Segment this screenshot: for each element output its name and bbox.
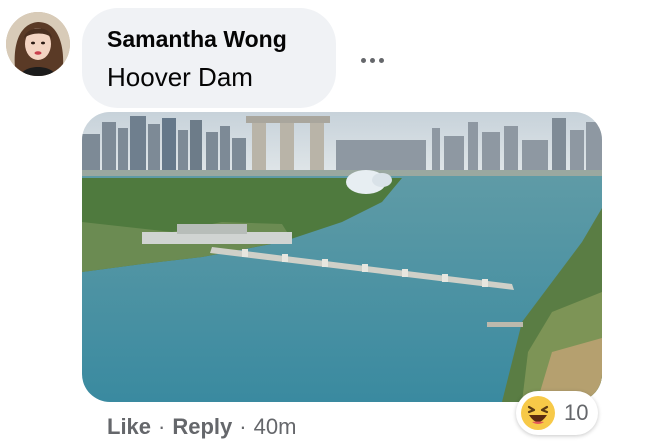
comment-text: Hoover Dam	[107, 62, 253, 92]
more-options-button[interactable]	[350, 46, 394, 74]
reaction-count: 10	[564, 400, 589, 425]
timestamp[interactable]: 40m	[254, 414, 297, 439]
more-dots-icon	[360, 57, 366, 63]
laughing-emoji-icon	[521, 396, 555, 430]
avatar-image	[6, 12, 70, 76]
comment-bubble	[82, 8, 336, 108]
attached-photo[interactable]	[82, 112, 602, 402]
like-link[interactable]: Like	[107, 414, 151, 439]
comment-actions: Like · Reply · 40m	[107, 414, 296, 440]
reply-link[interactable]: Reply	[172, 414, 232, 439]
avatar[interactable]	[6, 12, 70, 76]
reactions-summary[interactable]: 10	[516, 391, 598, 435]
separator: ·	[158, 414, 166, 439]
photo-image	[82, 112, 602, 402]
separator: ·	[239, 414, 247, 439]
comment-author[interactable]: Samantha Wong	[107, 26, 287, 53]
